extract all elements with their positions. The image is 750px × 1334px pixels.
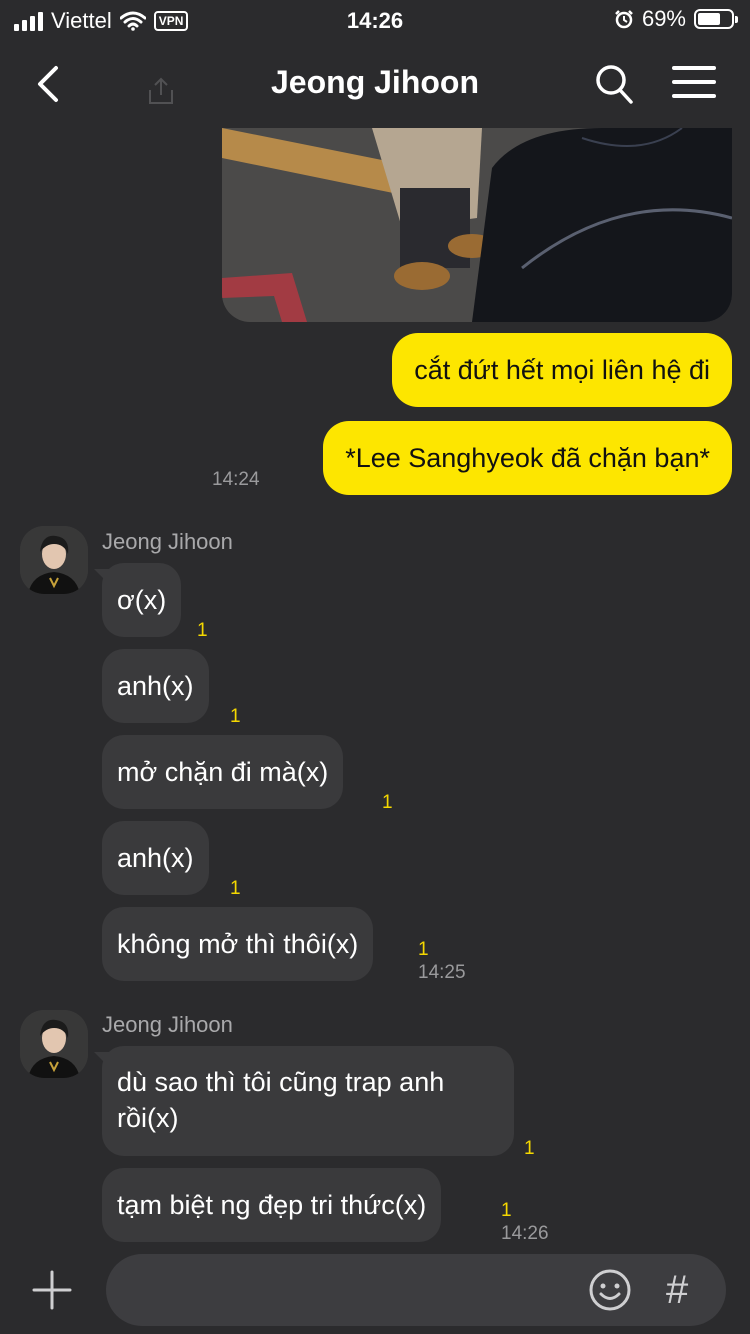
message-input[interactable] xyxy=(106,1254,726,1326)
unread-count: 1 xyxy=(197,620,208,641)
sender-name: Jeong Jihoon xyxy=(102,1012,233,1037)
avatar-image xyxy=(20,526,88,594)
message-time: 14:26 xyxy=(501,1223,549,1244)
unread-count: 1 xyxy=(501,1200,512,1221)
unread-count: 1 xyxy=(382,792,393,813)
battery-icon xyxy=(694,9,738,29)
received-message[interactable]: dù sao thì tôi cũng trap anh rồi(x) xyxy=(102,1046,514,1156)
chat-header: Jeong Jihoon xyxy=(0,40,750,128)
battery-area: 69% xyxy=(614,6,738,32)
unread-count: 1 xyxy=(230,878,241,899)
avatar[interactable] xyxy=(20,1010,88,1078)
hashtag-search-button[interactable]: # xyxy=(666,1266,688,1314)
input-bar: # xyxy=(0,1246,750,1334)
message-time: 14:24 xyxy=(212,469,260,490)
received-message[interactable]: ơ(x) xyxy=(102,563,182,637)
received-message[interactable]: anh(x) xyxy=(102,649,209,723)
sender-name: Jeong Jihoon xyxy=(102,529,233,554)
alarm-icon xyxy=(615,10,633,29)
photo-image xyxy=(222,128,732,322)
avatar-image xyxy=(20,1010,88,1078)
message-time: 14:25 xyxy=(418,962,466,983)
avatar[interactable] xyxy=(20,526,88,594)
message-text: anh(x) xyxy=(117,671,194,701)
message-text: ơ(x) xyxy=(117,585,167,615)
search-button[interactable] xyxy=(594,62,634,106)
chat-title: Jeong Jihoon xyxy=(271,64,479,100)
received-message[interactable]: anh(x) xyxy=(102,821,209,895)
message-text: dù sao thì tôi cũng trap anh rồi(x) xyxy=(117,1067,445,1133)
unread-count: 1 xyxy=(524,1138,535,1159)
status-bar: Viettel VPN 14:26 69% xyxy=(0,0,750,40)
received-message[interactable]: không mở thì thôi(x) xyxy=(102,907,374,981)
message-text: không mở thì thôi(x) xyxy=(117,929,359,959)
sent-message[interactable]: *Lee Sanghyeok đã chặn bạn* xyxy=(323,421,732,495)
received-message[interactable]: tạm biệt ng đẹp tri thức(x) xyxy=(102,1168,442,1242)
sent-message[interactable]: cắt đứt hết mọi liên hệ đi xyxy=(392,333,732,407)
menu-button[interactable] xyxy=(672,66,716,102)
unread-count: 1 xyxy=(230,706,241,727)
add-attachment-button[interactable] xyxy=(32,1270,72,1310)
message-text: mở chặn đi mà(x) xyxy=(117,757,329,787)
emoji-button[interactable] xyxy=(588,1268,632,1312)
message-text: anh(x) xyxy=(117,843,194,873)
message-text: tạm biệt ng đẹp tri thức(x) xyxy=(117,1190,427,1220)
battery-percent: 69% xyxy=(641,6,686,31)
photo-message[interactable] xyxy=(222,128,732,322)
received-message[interactable]: mở chặn đi mà(x) xyxy=(102,735,344,809)
unread-count: 1 xyxy=(418,939,429,960)
